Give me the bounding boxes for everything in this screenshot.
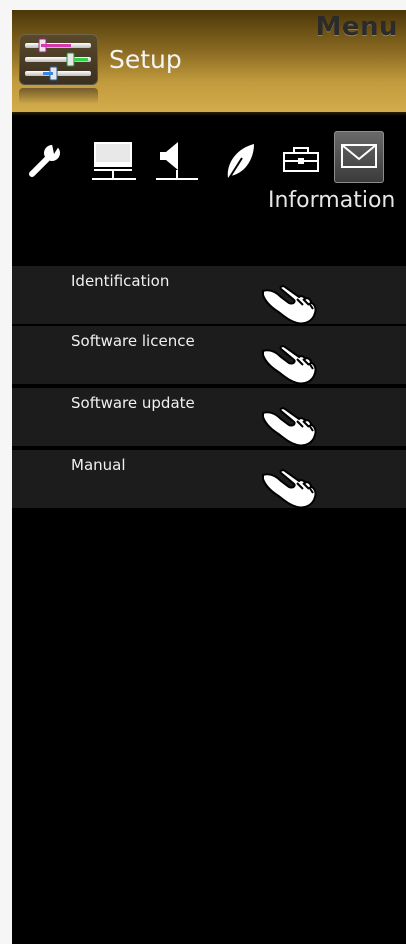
list-item-label: Manual [71,456,126,474]
list-item-software-licence[interactable]: Software licence [12,326,406,386]
envelope-icon[interactable] [334,131,384,183]
hand-pointer-icon[interactable] [257,401,319,449]
hand-pointer-icon[interactable] [257,339,319,387]
speaker-network-icon[interactable] [152,132,202,190]
header-divider [12,112,406,116]
setup-icon-reflection [19,88,98,104]
active-category-label: Information [268,188,396,213]
list-item-label: Software licence [71,332,195,350]
monitor-network-icon[interactable] [90,132,138,190]
menu-title: Menu [315,12,398,42]
list-item-software-update[interactable]: Software update [12,388,406,448]
list-item-manual[interactable]: Manual [12,450,406,510]
list-item-label: Identification [71,272,170,290]
wrench-icon[interactable] [26,132,66,190]
hand-pointer-icon[interactable] [257,279,319,327]
setup-title: Setup [109,45,182,74]
leaf-icon[interactable] [220,132,260,190]
hand-pointer-icon[interactable] [257,463,319,511]
toolbox-icon[interactable] [278,132,324,190]
list-item-label: Software update [71,394,195,412]
settings-sliders-icon[interactable] [19,34,98,85]
list-item-identification[interactable]: Identification [12,266,406,326]
menu-header: Menu Setup [12,10,406,112]
setup-menu-panel: Menu Setup Information Identification So… [12,10,406,944]
